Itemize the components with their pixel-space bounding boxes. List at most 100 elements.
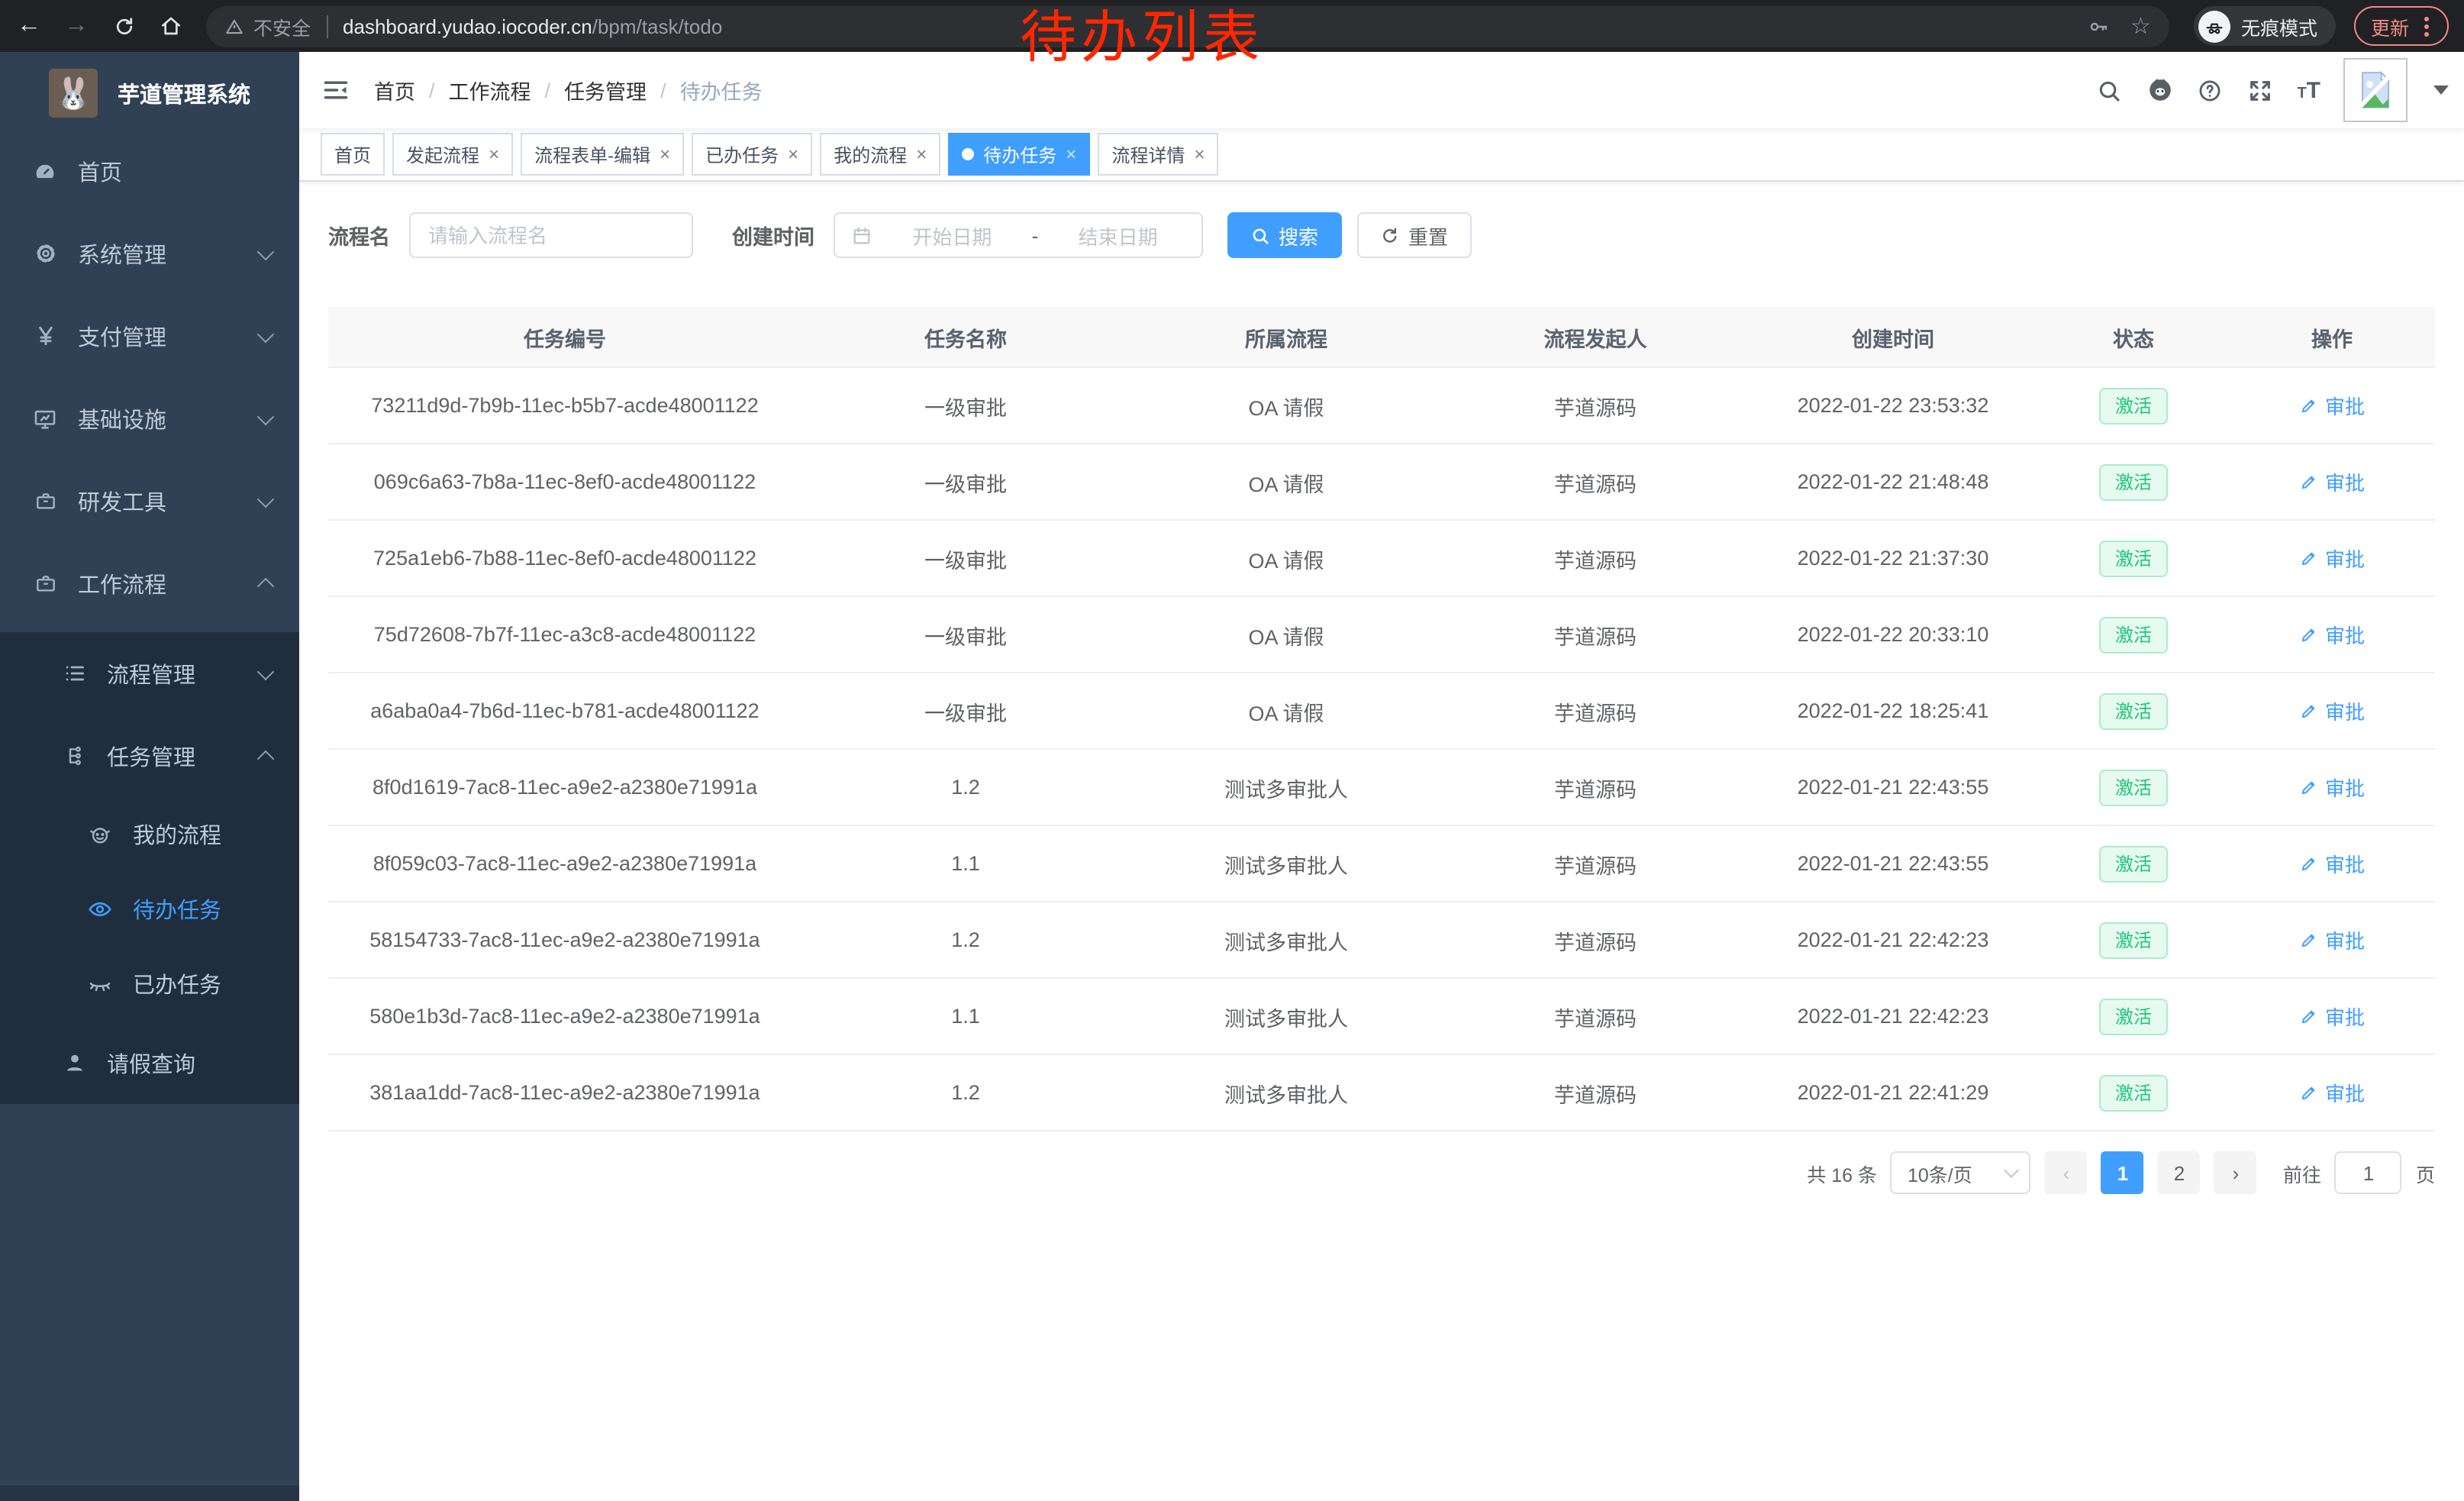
page-size-select[interactable]: 10条/页	[1891, 1151, 2031, 1194]
tab-close-icon[interactable]: ×	[1194, 145, 1205, 163]
approve-label: 审批	[2325, 773, 2365, 802]
approve-link[interactable]: 审批	[2299, 544, 2365, 573]
sidebar-item-待办任务[interactable]: 待办任务	[0, 872, 299, 947]
sidebar-item-请假查询[interactable]: 请假查询	[0, 1022, 299, 1104]
sidebar-collapse-icon[interactable]	[322, 76, 350, 104]
approve-label: 审批	[2325, 620, 2365, 649]
total-count: 共 16 条	[1807, 1158, 1877, 1187]
bookmark-star-icon[interactable]: ☆	[2130, 12, 2151, 40]
tab-close-icon[interactable]: ×	[916, 145, 927, 163]
goto-page-input[interactable]	[2335, 1151, 2402, 1194]
sidebar-item-我的流程[interactable]: 我的流程	[0, 797, 299, 872]
approve-link[interactable]: 审批	[2299, 849, 2365, 878]
reset-button[interactable]: 重置	[1356, 212, 1471, 258]
tab-label: 流程表单-编辑	[534, 141, 650, 167]
next-page-button[interactable]: ›	[2214, 1151, 2257, 1194]
sidebar-item-首页[interactable]: 首页	[0, 130, 299, 212]
date-range-picker[interactable]: 开始日期 - 结束日期	[833, 212, 1202, 258]
screen: ← → 不安全 dashboard.yudao.iocoder.cn /bpm/…	[0, 0, 2464, 1501]
tab-close-icon[interactable]: ×	[1066, 145, 1076, 163]
search-icon[interactable]	[2095, 76, 2123, 104]
reload-icon[interactable]	[110, 12, 137, 40]
process-name-label: 流程名	[328, 220, 390, 250]
pencil-icon	[2299, 854, 2319, 873]
tab-我的流程[interactable]: 我的流程×	[820, 133, 940, 176]
browser-update-button[interactable]: 更新	[2354, 6, 2449, 46]
sidebar-item-工作流程[interactable]: 工作流程	[0, 542, 299, 625]
tab-待办任务[interactable]: 待办任务 ×	[948, 133, 1090, 176]
fullscreen-icon[interactable]	[2246, 76, 2274, 104]
tab-close-icon[interactable]: ×	[660, 145, 670, 163]
back-icon[interactable]: ←	[15, 12, 43, 40]
search-button[interactable]: 搜索	[1227, 212, 1341, 258]
approve-link[interactable]: 审批	[2299, 391, 2365, 420]
breadcrumb-task-mgmt[interactable]: 任务管理	[564, 75, 647, 105]
breadcrumb: 首页 / 工作流程 / 任务管理 / 待办任务	[374, 75, 763, 105]
sidebar-item-支付管理[interactable]: 支付管理	[0, 295, 299, 377]
approve-label: 审批	[2325, 696, 2365, 725]
home-icon[interactable]	[157, 12, 185, 40]
sidebar-item-研发工具[interactable]: 研发工具	[0, 460, 299, 542]
sidebar-item-基础设施[interactable]: 基础设施	[0, 377, 299, 460]
password-key-icon[interactable]	[2086, 15, 2109, 37]
address-bar[interactable]: 不安全 dashboard.yudao.iocoder.cn /bpm/task…	[206, 5, 2169, 47]
tab-首页[interactable]: 首页	[321, 133, 385, 176]
sidebar-item-label: 流程管理	[107, 657, 195, 689]
avatar[interactable]	[2343, 58, 2408, 122]
column-header-创建时间: 创建时间	[1748, 321, 2038, 352]
forward-icon[interactable]: →	[63, 12, 90, 40]
sidebar-item-已办任务[interactable]: 已办任务	[0, 947, 299, 1022]
approve-link[interactable]: 审批	[2299, 1078, 2365, 1107]
action-cell: 审批	[2229, 544, 2435, 573]
tab-流程详情[interactable]: 流程详情×	[1098, 133, 1218, 176]
tab-流程表单-编辑[interactable]: 流程表单-编辑 ×	[521, 133, 684, 176]
incognito-label: 无痕模式	[2241, 11, 2317, 40]
status-badge: 激活	[2100, 540, 2167, 576]
end-date-placeholder[interactable]: 结束日期	[1050, 221, 1185, 250]
approve-link[interactable]: 审批	[2299, 1002, 2365, 1031]
font-size-icon[interactable]: TT	[2297, 77, 2320, 103]
sidebar-item-任务管理[interactable]: 任务管理	[0, 715, 299, 797]
prev-page-button[interactable]: ‹	[2045, 1151, 2088, 1194]
action-cell: 审批	[2229, 1078, 2435, 1107]
browser-menu-dots-icon[interactable]	[2424, 24, 2429, 28]
tab-发起流程[interactable]: 发起流程 ×	[392, 133, 513, 176]
avatar-dropdown-caret-icon[interactable]	[2433, 86, 2449, 95]
yen-icon	[32, 323, 58, 349]
page-button-1[interactable]: 1	[2101, 1151, 2144, 1194]
tab-label: 待办任务	[983, 141, 1056, 167]
process-name-input[interactable]	[408, 212, 692, 258]
approve-link[interactable]: 审批	[2299, 620, 2365, 649]
help-icon[interactable]	[2196, 76, 2224, 104]
sidebar-item-系统管理[interactable]: 系统管理	[0, 212, 299, 295]
chevron-up-icon	[257, 577, 275, 595]
url-path[interactable]: /bpm/task/todo	[592, 15, 723, 37]
user-icon	[61, 1050, 87, 1076]
table-row: a6aba0a4-7b6d-11ec-b781-acde48001122一级审批…	[328, 673, 2435, 750]
url-host[interactable]: dashboard.yudao.iocoder.cn	[343, 15, 592, 37]
security-label[interactable]: 不安全	[253, 11, 311, 40]
pencil-icon	[2299, 777, 2319, 797]
tab-close-icon[interactable]: ×	[489, 145, 499, 163]
start-date-placeholder[interactable]: 开始日期	[885, 221, 1020, 250]
process-name: OA 请假	[1130, 696, 1443, 726]
sidebar-item-label: 基础设施	[78, 402, 166, 434]
tab-已办任务[interactable]: 已办任务×	[692, 133, 812, 176]
approve-link[interactable]: 审批	[2299, 696, 2365, 725]
list-icon	[61, 660, 87, 686]
app-logo-area[interactable]: 🐰 芋道管理系统	[0, 67, 299, 119]
status-badge: 激活	[2100, 463, 2167, 500]
github-icon[interactable]	[2146, 76, 2173, 104]
tab-close-icon[interactable]: ×	[788, 145, 798, 163]
approve-link[interactable]: 审批	[2299, 467, 2365, 496]
breadcrumb-workflow[interactable]: 工作流程	[449, 75, 531, 105]
tab-label: 发起流程	[406, 141, 479, 167]
app-logo-image: 🐰	[49, 69, 98, 118]
sidebar-item-流程管理[interactable]: 流程管理	[0, 632, 299, 715]
process-starter: 芋道源码	[1443, 543, 1748, 573]
approve-link[interactable]: 审批	[2299, 925, 2365, 954]
breadcrumb-home[interactable]: 首页	[374, 75, 415, 105]
page-button-2[interactable]: 2	[2158, 1151, 2201, 1194]
chevron-down-icon	[257, 325, 275, 343]
approve-link[interactable]: 审批	[2299, 773, 2365, 802]
